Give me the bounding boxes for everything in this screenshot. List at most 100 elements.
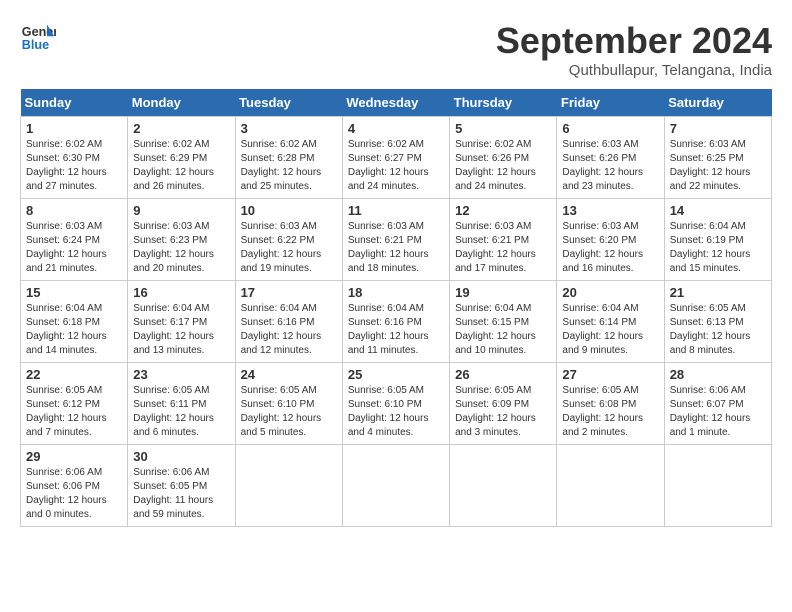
day-number: 23 [133,367,229,382]
day-info: Sunrise: 6:05 AMSunset: 6:11 PMDaylight:… [133,384,229,440]
day-cell-29: 29 Sunrise: 6:06 AMSunset: 6:06 PMDaylig… [21,445,128,527]
day-number: 4 [348,121,444,136]
day-info: Sunrise: 6:03 AMSunset: 6:22 PMDaylight:… [241,220,337,276]
day-number: 27 [562,367,658,382]
day-cell-5: 5 Sunrise: 6:02 AMSunset: 6:26 PMDayligh… [450,117,557,199]
header-monday: Monday [128,89,235,117]
day-number: 1 [26,121,122,136]
day-cell-10: 10 Sunrise: 6:03 AMSunset: 6:22 PMDaylig… [235,199,342,281]
day-info: Sunrise: 6:04 AMSunset: 6:19 PMDaylight:… [670,220,766,276]
day-number: 13 [562,203,658,218]
day-number: 18 [348,285,444,300]
day-cell-2: 2 Sunrise: 6:02 AMSunset: 6:29 PMDayligh… [128,117,235,199]
day-cell-28: 28 Sunrise: 6:06 AMSunset: 6:07 PMDaylig… [664,363,771,445]
day-info: Sunrise: 6:02 AMSunset: 6:29 PMDaylight:… [133,138,229,194]
page-header: General Blue September 2024 Quthbullapur… [20,20,772,79]
day-info: Sunrise: 6:06 AMSunset: 6:07 PMDaylight:… [670,384,766,440]
day-number: 6 [562,121,658,136]
logo: General Blue [20,20,56,56]
header-sunday: Sunday [21,89,128,117]
day-cell-18: 18 Sunrise: 6:04 AMSunset: 6:16 PMDaylig… [342,281,449,363]
title-block: September 2024 Quthbullapur, Telangana, … [496,20,772,79]
day-number: 26 [455,367,551,382]
day-info: Sunrise: 6:03 AMSunset: 6:26 PMDaylight:… [562,138,658,194]
header-thursday: Thursday [450,89,557,117]
logo-icon: General Blue [20,20,56,56]
day-info: Sunrise: 6:03 AMSunset: 6:21 PMDaylight:… [348,220,444,276]
svg-text:Blue: Blue [22,38,49,52]
day-number: 25 [348,367,444,382]
day-info: Sunrise: 6:02 AMSunset: 6:28 PMDaylight:… [241,138,337,194]
empty-cell [342,445,449,527]
day-cell-26: 26 Sunrise: 6:05 AMSunset: 6:09 PMDaylig… [450,363,557,445]
day-cell-12: 12 Sunrise: 6:03 AMSunset: 6:21 PMDaylig… [450,199,557,281]
day-number: 17 [241,285,337,300]
day-number: 21 [670,285,766,300]
day-cell-4: 4 Sunrise: 6:02 AMSunset: 6:27 PMDayligh… [342,117,449,199]
day-info: Sunrise: 6:05 AMSunset: 6:10 PMDaylight:… [241,384,337,440]
day-cell-17: 17 Sunrise: 6:04 AMSunset: 6:16 PMDaylig… [235,281,342,363]
table-row: 1 Sunrise: 6:02 AMSunset: 6:30 PMDayligh… [21,117,772,199]
day-number: 28 [670,367,766,382]
day-info: Sunrise: 6:05 AMSunset: 6:12 PMDaylight:… [26,384,122,440]
header-tuesday: Tuesday [235,89,342,117]
day-cell-11: 11 Sunrise: 6:03 AMSunset: 6:21 PMDaylig… [342,199,449,281]
day-number: 10 [241,203,337,218]
day-info: Sunrise: 6:02 AMSunset: 6:30 PMDaylight:… [26,138,122,194]
day-info: Sunrise: 6:04 AMSunset: 6:17 PMDaylight:… [133,302,229,358]
day-info: Sunrise: 6:03 AMSunset: 6:25 PMDaylight:… [670,138,766,194]
day-info: Sunrise: 6:06 AMSunset: 6:06 PMDaylight:… [26,466,122,522]
day-cell-7: 7 Sunrise: 6:03 AMSunset: 6:25 PMDayligh… [664,117,771,199]
month-title: September 2024 [496,20,772,62]
day-number: 12 [455,203,551,218]
day-info: Sunrise: 6:04 AMSunset: 6:15 PMDaylight:… [455,302,551,358]
day-info: Sunrise: 6:05 AMSunset: 6:10 PMDaylight:… [348,384,444,440]
day-cell-23: 23 Sunrise: 6:05 AMSunset: 6:11 PMDaylig… [128,363,235,445]
location-subtitle: Quthbullapur, Telangana, India [496,62,772,79]
day-cell-9: 9 Sunrise: 6:03 AMSunset: 6:23 PMDayligh… [128,199,235,281]
day-info: Sunrise: 6:03 AMSunset: 6:20 PMDaylight:… [562,220,658,276]
day-number: 22 [26,367,122,382]
day-number: 15 [26,285,122,300]
day-number: 19 [455,285,551,300]
day-info: Sunrise: 6:02 AMSunset: 6:27 PMDaylight:… [348,138,444,194]
day-info: Sunrise: 6:02 AMSunset: 6:26 PMDaylight:… [455,138,551,194]
day-cell-24: 24 Sunrise: 6:05 AMSunset: 6:10 PMDaylig… [235,363,342,445]
day-cell-20: 20 Sunrise: 6:04 AMSunset: 6:14 PMDaylig… [557,281,664,363]
day-number: 11 [348,203,444,218]
day-number: 30 [133,449,229,464]
day-number: 14 [670,203,766,218]
header-wednesday: Wednesday [342,89,449,117]
day-cell-21: 21 Sunrise: 6:05 AMSunset: 6:13 PMDaylig… [664,281,771,363]
day-cell-19: 19 Sunrise: 6:04 AMSunset: 6:15 PMDaylig… [450,281,557,363]
day-cell-1: 1 Sunrise: 6:02 AMSunset: 6:30 PMDayligh… [21,117,128,199]
table-row: 22 Sunrise: 6:05 AMSunset: 6:12 PMDaylig… [21,363,772,445]
day-number: 8 [26,203,122,218]
day-info: Sunrise: 6:03 AMSunset: 6:21 PMDaylight:… [455,220,551,276]
day-cell-13: 13 Sunrise: 6:03 AMSunset: 6:20 PMDaylig… [557,199,664,281]
empty-cell [557,445,664,527]
day-info: Sunrise: 6:04 AMSunset: 6:16 PMDaylight:… [348,302,444,358]
day-cell-25: 25 Sunrise: 6:05 AMSunset: 6:10 PMDaylig… [342,363,449,445]
day-number: 2 [133,121,229,136]
header-friday: Friday [557,89,664,117]
day-cell-27: 27 Sunrise: 6:05 AMSunset: 6:08 PMDaylig… [557,363,664,445]
day-number: 29 [26,449,122,464]
day-cell-16: 16 Sunrise: 6:04 AMSunset: 6:17 PMDaylig… [128,281,235,363]
empty-cell [235,445,342,527]
day-cell-8: 8 Sunrise: 6:03 AMSunset: 6:24 PMDayligh… [21,199,128,281]
day-info: Sunrise: 6:04 AMSunset: 6:18 PMDaylight:… [26,302,122,358]
day-cell-3: 3 Sunrise: 6:02 AMSunset: 6:28 PMDayligh… [235,117,342,199]
day-cell-30: 30 Sunrise: 6:06 AMSunset: 6:05 PMDaylig… [128,445,235,527]
calendar-table: Sunday Monday Tuesday Wednesday Thursday… [20,89,772,527]
day-cell-14: 14 Sunrise: 6:04 AMSunset: 6:19 PMDaylig… [664,199,771,281]
header-saturday: Saturday [664,89,771,117]
day-cell-6: 6 Sunrise: 6:03 AMSunset: 6:26 PMDayligh… [557,117,664,199]
table-row: 8 Sunrise: 6:03 AMSunset: 6:24 PMDayligh… [21,199,772,281]
day-info: Sunrise: 6:03 AMSunset: 6:23 PMDaylight:… [133,220,229,276]
empty-cell [664,445,771,527]
day-number: 16 [133,285,229,300]
day-number: 3 [241,121,337,136]
table-row: 29 Sunrise: 6:06 AMSunset: 6:06 PMDaylig… [21,445,772,527]
day-info: Sunrise: 6:04 AMSunset: 6:14 PMDaylight:… [562,302,658,358]
